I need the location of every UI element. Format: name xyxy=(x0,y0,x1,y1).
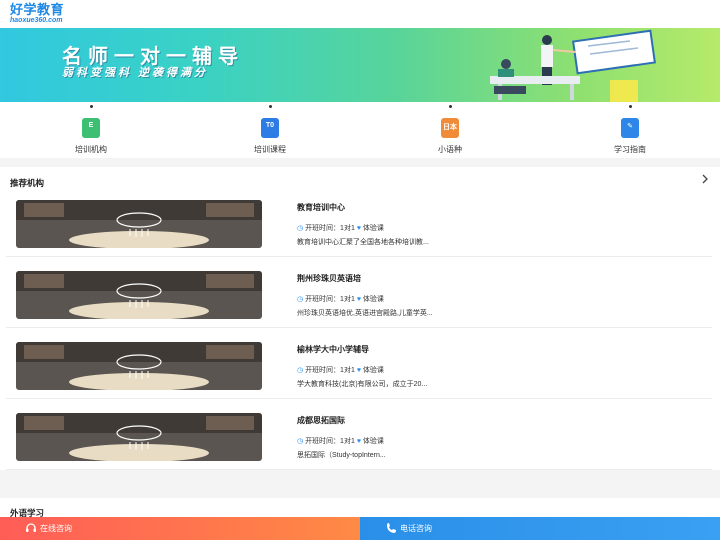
dot-indicator xyxy=(629,105,632,108)
chevron-right-icon[interactable] xyxy=(700,173,714,187)
heart-icon: ♥ xyxy=(356,438,361,445)
institution-meta: ◷ 开班时间：1对1 ♥ 体验课 xyxy=(297,367,384,374)
institution-meta: ◷ 开班时间：1对1 ♥ 体验课 xyxy=(297,296,384,303)
nav-label: 学习指南 xyxy=(614,145,646,154)
institution-card[interactable]: 荆州珍珠贝英语培 ◷ 开班时间：1对1 ♥ 体验课 州珍珠贝英语培优,英语进宫殿… xyxy=(6,258,712,328)
nav-label: 小语种 xyxy=(438,145,462,154)
banner-subtitle: 弱科变强科 逆袭得满分 xyxy=(62,67,209,79)
online-consult-label: 在线咨询 xyxy=(40,524,72,533)
institution-description: 思拓国际（Study-topIntern... xyxy=(297,452,386,459)
heart-icon: ♥ xyxy=(356,225,361,232)
nav-label: 培训机构 xyxy=(75,145,107,154)
institution-description: 学大教育科技(北京)有限公司，成立于20... xyxy=(297,381,428,388)
institution-name: 教育培训中心 xyxy=(297,203,345,212)
nav-label: 培训课程 xyxy=(254,145,286,154)
headset-icon xyxy=(26,523,36,532)
clock-icon: ◷ xyxy=(297,438,304,445)
institution-thumbnail xyxy=(16,271,262,319)
dot-indicator xyxy=(269,105,272,108)
training-course-icon: T0 xyxy=(261,118,279,138)
top-bar: 好学教育 haoxue360.com xyxy=(0,0,720,28)
institution-meta: ◷ 开班时间：1对1 ♥ 体验课 xyxy=(297,438,384,445)
heart-icon: ♥ xyxy=(356,367,361,374)
institution-card[interactable]: 成都思拓国际 ◷ 开班时间：1对1 ♥ 体验课 思拓国际（Study-topIn… xyxy=(6,400,712,470)
study-guide-icon: ✎ xyxy=(621,118,639,138)
institution-description: 州珍珠贝英语培优,英语进宫殿路,儿童学英... xyxy=(297,310,433,317)
nav-item-study-guide[interactable]: ✎ 学习指南 xyxy=(580,102,680,158)
nav-item-training-courses[interactable]: T0 培训课程 xyxy=(220,102,320,158)
phone-icon xyxy=(387,523,396,533)
institution-meta: ◷ 开班时间：1对1 ♥ 体验课 xyxy=(297,225,384,232)
clock-icon: ◷ xyxy=(297,296,304,303)
institution-thumbnail xyxy=(16,200,262,248)
heart-icon: ♥ xyxy=(356,296,361,303)
clock-icon: ◷ xyxy=(297,367,304,374)
nav-item-training-institutions[interactable]: E 培训机构 xyxy=(41,102,141,158)
institution-description: 教育培训中心汇聚了全国各地各种培训教... xyxy=(297,239,429,246)
institution-name: 荆州珍珠贝英语培 xyxy=(297,274,361,283)
nav-item-minor-languages[interactable]: 日本 小语种 xyxy=(400,102,500,158)
dot-indicator xyxy=(90,105,93,108)
logo-text: 好学教育 xyxy=(10,2,65,17)
institution-name: 榆林学大中小学辅导 xyxy=(297,345,369,354)
logo-domain: haoxue360.com xyxy=(10,17,63,24)
institution-thumbnail xyxy=(16,342,262,390)
minor-language-icon: 日本 xyxy=(441,118,459,138)
training-institution-icon: E xyxy=(82,118,100,138)
institution-name: 成都思拓国际 xyxy=(297,416,345,425)
promo-banner[interactable]: 名师一对一辅导 弱科变强科 逆袭得满分 xyxy=(0,28,720,102)
icon-nav: E 培训机构 T0 培训课程 日本 小语种 ✎ 学习指南 xyxy=(0,102,720,158)
institution-thumbnail xyxy=(16,413,262,461)
online-consult-button[interactable]: 在线咨询 xyxy=(0,517,360,540)
clock-icon: ◷ xyxy=(297,225,304,232)
dot-indicator xyxy=(449,105,452,108)
institution-card[interactable]: 榆林学大中小学辅导 ◷ 开班时间：1对1 ♥ 体验课 学大教育科技(北京)有限公… xyxy=(6,329,712,399)
institution-card[interactable]: 教育培训中心 ◷ 开班时间：1对1 ♥ 体验课 教育培训中心汇聚了全国各地各种培… xyxy=(6,187,712,257)
bottom-action-bar: 在线咨询 电话咨询 xyxy=(0,517,720,540)
site-logo[interactable]: 好学教育 haoxue360.com xyxy=(10,3,80,27)
teacher-illustration xyxy=(490,29,656,102)
recommended-institutions-section: 推荐机构 教育培训中心 ◷ 开班时间：1对1 ♥ 体验课 教育培训中心汇聚了全国… xyxy=(0,167,720,470)
phone-consult-button[interactable]: 电话咨询 xyxy=(360,517,720,540)
phone-consult-label: 电话咨询 xyxy=(400,524,432,533)
